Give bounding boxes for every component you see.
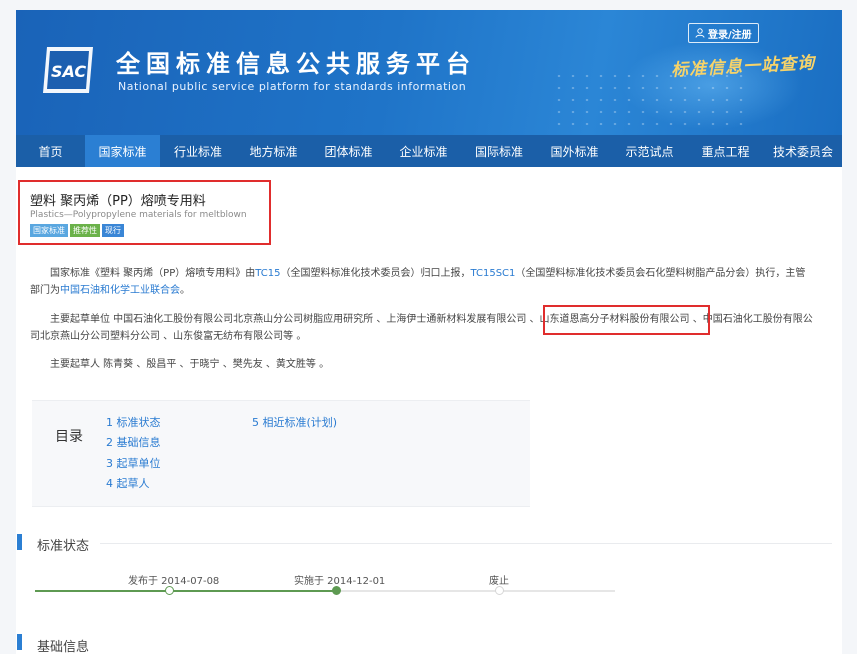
toc-link-similar-standards[interactable]: 5 相近标准(计划) <box>252 414 337 430</box>
p1-text-c: （全国塑料标准化技术委员会石化塑料树脂产品分会）执行，主管 <box>515 268 806 279</box>
nav-item-9[interactable]: 重点工程 <box>687 135 764 167</box>
tc15-link[interactable]: TC15 <box>255 268 280 279</box>
nav-item-5[interactable]: 企业标准 <box>386 135 461 167</box>
description-p2-cont: 司北京燕山分公司塑料分公司 、山东俊富无纺布有限公司等 。 <box>30 331 307 342</box>
timeline-label-published: 发布于 2014-07-08 <box>128 576 220 587</box>
login-register-button[interactable]: 登录/注册 <box>688 23 759 43</box>
user-icon <box>695 28 705 38</box>
nav-item-7[interactable]: 国外标准 <box>537 135 612 167</box>
main-nav: 首页 国家标准 行业标准 地方标准 团体标准 企业标准 国际标准 国外标准 示范试点 重点工程 技术… <box>16 135 842 167</box>
toc-link-status[interactable]: 1 标准状态 <box>106 414 161 430</box>
toc-link-basic-info[interactable]: 2 基础信息 <box>106 434 161 450</box>
p2-text-a: 主要起草单位 中国石油化工股份有限公司北京燕山分公司树脂应用研究所 、上海伊士通… <box>50 314 540 325</box>
company-highlight-box <box>543 305 710 335</box>
timeline-dot-implemented <box>332 586 341 595</box>
header-banner: SAC 全国标准信息公共服务平台 National public service… <box>16 10 842 135</box>
department-link[interactable]: 中国石油和化学工业联合会 <box>60 285 180 296</box>
sac-logo: SAC <box>43 47 93 93</box>
timeline-progress <box>35 590 336 592</box>
timeline-label-abolished: 废止 <box>489 576 509 587</box>
description-p1: 国家标准《塑料 聚丙烯（PP）熔喷专用料》由TC15（全国塑料标准化技术委员会）… <box>30 265 830 282</box>
banner-dots <box>552 70 752 130</box>
status-section-divider <box>100 543 832 544</box>
description-p3: 主要起草人 陈青葵 、殷昌平 、于晓宁 、樊先友 、黄文胜等 。 <box>50 359 330 370</box>
standard-tags: 国家标准 推荐性 现行 <box>30 224 124 237</box>
toc-label: 目录 <box>55 429 83 445</box>
nav-item-8[interactable]: 示范试点 <box>612 135 687 167</box>
tc15sc1-link[interactable]: TC15SC1 <box>470 268 515 279</box>
nav-item-1[interactable]: 国家标准 <box>85 135 160 167</box>
basic-section-bar <box>17 634 22 650</box>
nav-item-3[interactable]: 地方标准 <box>236 135 311 167</box>
nav-item-6[interactable]: 国际标准 <box>461 135 537 167</box>
description-p2: 主要起草单位 中国石油化工股份有限公司北京燕山分公司树脂应用研究所 、上海伊士通… <box>50 311 840 328</box>
site-title: 全国标准信息公共服务平台 <box>116 50 476 78</box>
nav-item-10[interactable]: 技术委员会 <box>764 135 842 167</box>
standard-tag-2: 现行 <box>102 224 124 237</box>
standard-title-en: Plastics—Polypropylene materials for mel… <box>30 210 247 220</box>
status-section-title: 标准状态 <box>37 539 90 554</box>
description-p1-cont: 部门为中国石油和化学工业联合会。 <box>30 282 830 299</box>
timeline-dot-published <box>165 586 174 595</box>
timeline-label-implemented: 实施于 2014-12-01 <box>294 576 386 587</box>
nav-item-2[interactable]: 行业标准 <box>160 135 236 167</box>
status-section-bar <box>17 534 22 550</box>
nav-item-4[interactable]: 团体标准 <box>311 135 386 167</box>
toc-link-drafting-units[interactable]: 3 起草单位 <box>106 455 161 471</box>
p1-text-d: 部门为 <box>30 285 60 296</box>
p1-text-b: （全国塑料标准化技术委员会）归口上报， <box>280 268 471 279</box>
standard-tag-1: 推荐性 <box>70 224 100 237</box>
basic-section-title: 基础信息 <box>37 640 90 654</box>
nav-item-0[interactable]: 首页 <box>16 135 85 167</box>
logo-text: SAC <box>51 62 86 81</box>
p1-text-a: 国家标准《塑料 聚丙烯（PP）熔喷专用料》由 <box>50 268 256 279</box>
toc-link-drafters[interactable]: 4 起草人 <box>106 475 150 491</box>
site-subtitle: National public service platform for sta… <box>118 80 467 93</box>
login-label: 登录/注册 <box>708 29 752 41</box>
timeline-dot-abolished <box>495 586 504 595</box>
standard-title: 塑料 聚丙烯（PP）熔喷专用料 <box>30 194 206 209</box>
p1-text-e: 。 <box>180 285 190 296</box>
standard-tag-0: 国家标准 <box>30 224 68 237</box>
